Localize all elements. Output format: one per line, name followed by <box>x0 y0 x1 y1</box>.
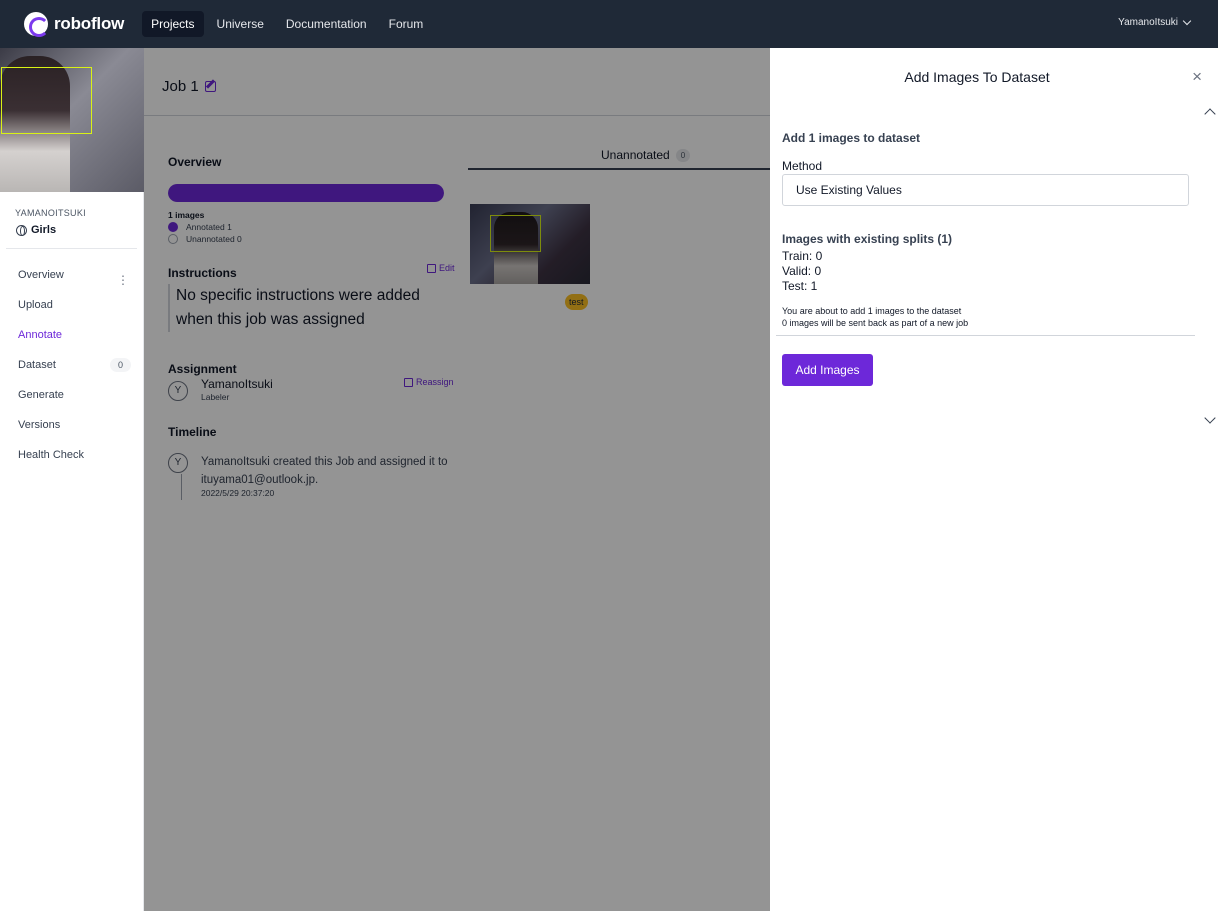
nav-universe[interactable]: Universe <box>208 11 273 37</box>
chevron-down-icon <box>1182 16 1192 26</box>
scroll-down-icon[interactable] <box>1204 412 1216 424</box>
close-icon[interactable]: × <box>1192 68 1202 85</box>
brand-name: roboflow <box>54 14 125 33</box>
roboflow-logo[interactable]: roboflow <box>24 12 125 37</box>
sidebar-item-upload[interactable]: Upload <box>0 291 143 321</box>
sidebar-item-label: Dataset <box>18 359 56 371</box>
drawer-title: Add Images To Dataset <box>904 69 1050 85</box>
globe-icon <box>16 224 27 237</box>
train-count: Train: 0 <box>782 249 823 263</box>
valid-count: Valid: 0 <box>782 264 822 278</box>
add-summary-note: You are about to add 1 images to the dat… <box>782 306 962 316</box>
user-name: YamanoItsuki <box>1118 17 1178 28</box>
nav-projects[interactable]: Projects <box>142 11 204 37</box>
test-count: Test: 1 <box>782 279 818 293</box>
roboflow-logo-icon <box>24 12 49 37</box>
project-name[interactable]: Girls <box>16 224 143 237</box>
sent-back-note: 0 images will be sent back as part of a … <box>782 318 969 328</box>
project-owner: YAMANOITSUKI <box>15 208 86 218</box>
project-cover-image <box>0 48 144 192</box>
sidebar-item-versions[interactable]: Versions <box>0 411 143 441</box>
method-select[interactable]: Use Existing Values <box>782 174 1189 206</box>
annotation-bounding-box <box>1 67 92 134</box>
method-label: Method <box>782 159 823 173</box>
add-images-drawer: Add Images To Dataset × Add 1 images to … <box>770 48 1218 911</box>
sidebar-item-generate[interactable]: Generate <box>0 381 143 411</box>
dataset-count-badge: 0 <box>109 358 131 372</box>
nav-documentation[interactable]: Documentation <box>277 11 376 37</box>
sidebar: YAMANOITSUKI Girls ⋮ Overview Upload Ann… <box>0 48 144 911</box>
sidebar-item-overview[interactable]: Overview <box>0 261 143 291</box>
nav-links: Projects Universe Documentation Forum <box>142 11 436 37</box>
user-menu[interactable]: YamanoItsuki <box>1118 16 1192 28</box>
nav-forum[interactable]: Forum <box>380 11 433 37</box>
sidebar-divider <box>6 248 137 249</box>
drawer-divider <box>776 335 1195 336</box>
sidebar-item-health-check[interactable]: Health Check <box>0 441 143 471</box>
sidebar-menu: Overview Upload Annotate Dataset 0 Gener… <box>0 261 143 471</box>
project-name-label: Girls <box>31 224 57 236</box>
top-nav: roboflow Projects Universe Documentation… <box>0 0 1218 48</box>
modal-backdrop[interactable] <box>144 48 770 911</box>
scroll-up-icon[interactable] <box>1204 108 1216 120</box>
sidebar-item-dataset[interactable]: Dataset 0 <box>0 351 143 381</box>
add-images-heading: Add 1 images to dataset <box>782 131 921 145</box>
splits-heading: Images with existing splits (1) <box>782 232 953 246</box>
add-images-button[interactable]: Add Images <box>782 354 873 386</box>
sidebar-item-annotate[interactable]: Annotate <box>0 321 143 351</box>
